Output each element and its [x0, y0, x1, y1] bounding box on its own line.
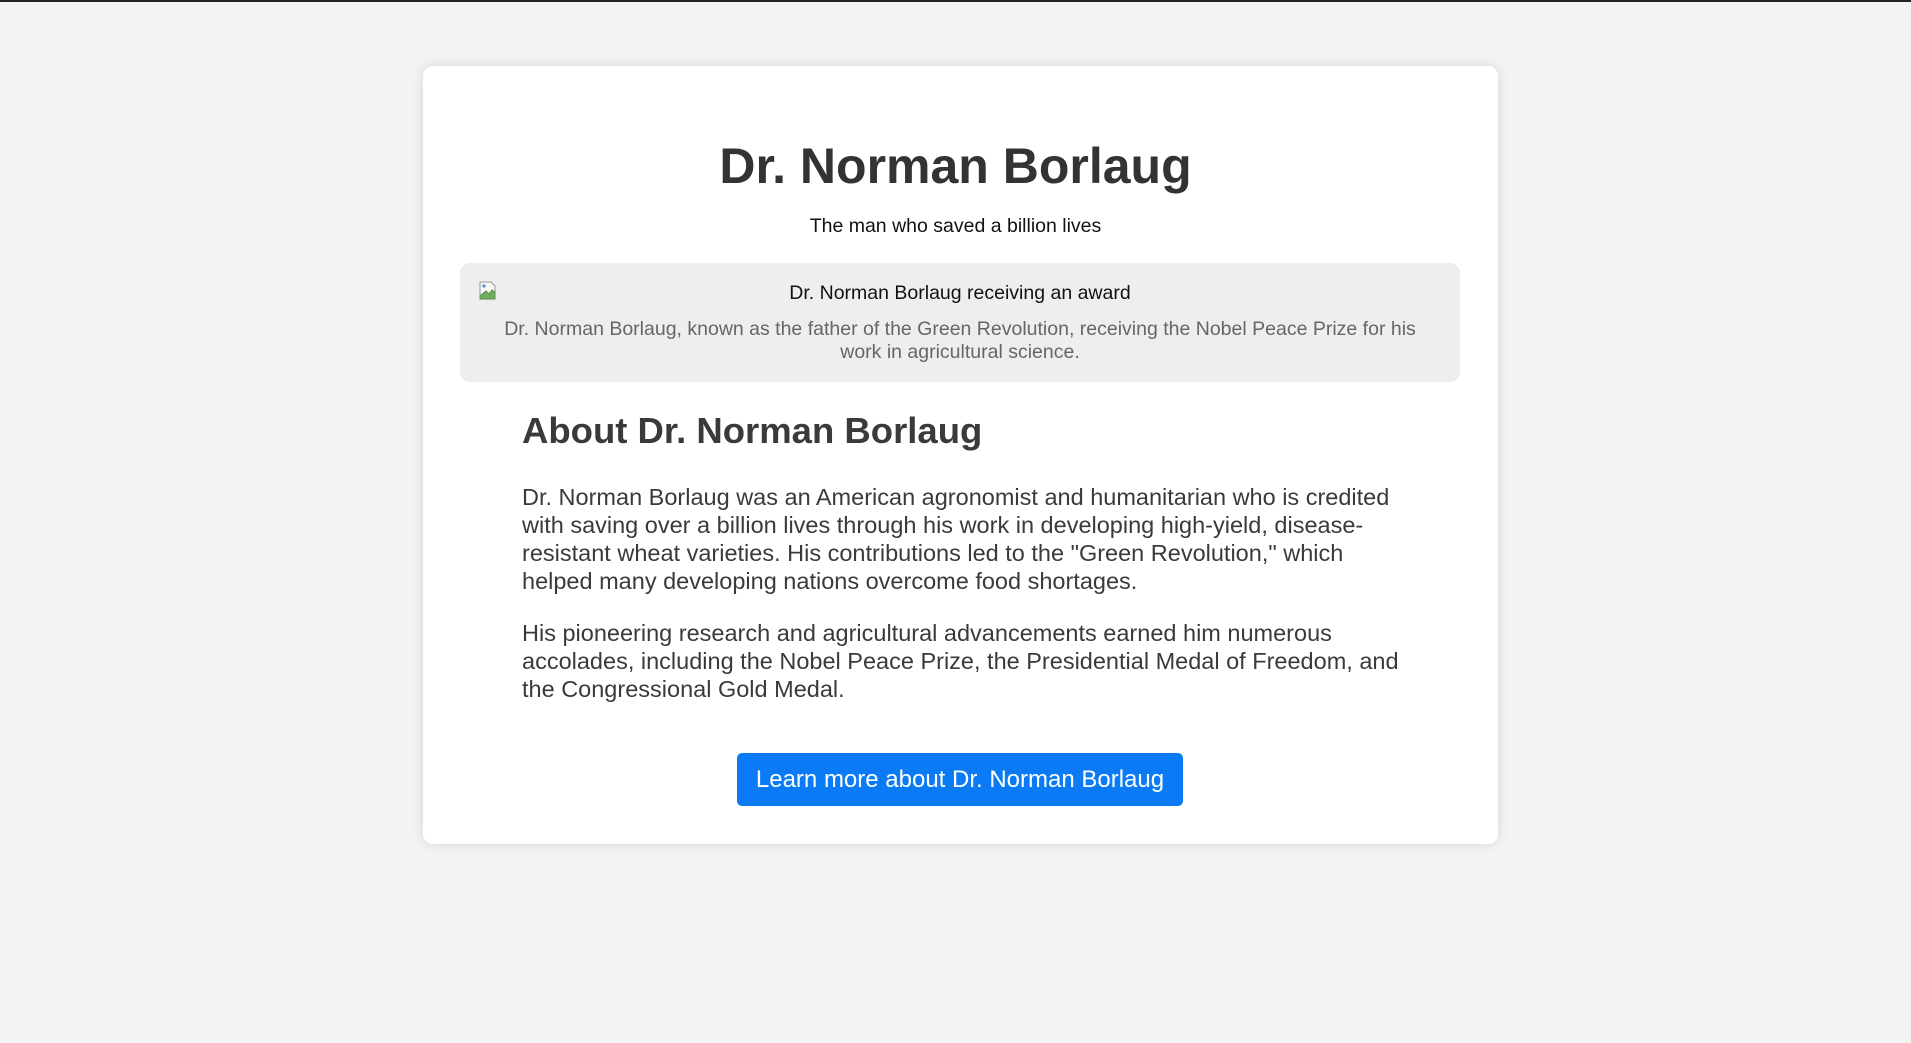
about-paragraph-2: His pioneering research and agricultural…	[522, 620, 1399, 702]
top-border-line	[0, 0, 1911, 2]
about-heading: About Dr. Norman Borlaug	[522, 410, 983, 451]
page-subtitle: The man who saved a billion lives	[809, 215, 1102, 237]
award-image-alt-text: Dr. Norman Borlaug receiving an award	[789, 282, 1131, 304]
learn-more-button[interactable]: Learn more about Dr. Norman Borlaug	[737, 753, 1183, 806]
figure-caption: Dr. Norman Borlaug, known as the father …	[504, 318, 1416, 363]
about-paragraph-1: Dr. Norman Borlaug was an American agron…	[522, 484, 1390, 594]
page-title: Dr. Norman Borlaug	[719, 138, 1192, 194]
award-figure: Dr. Norman Borlaug receiving an award Dr…	[460, 263, 1460, 382]
